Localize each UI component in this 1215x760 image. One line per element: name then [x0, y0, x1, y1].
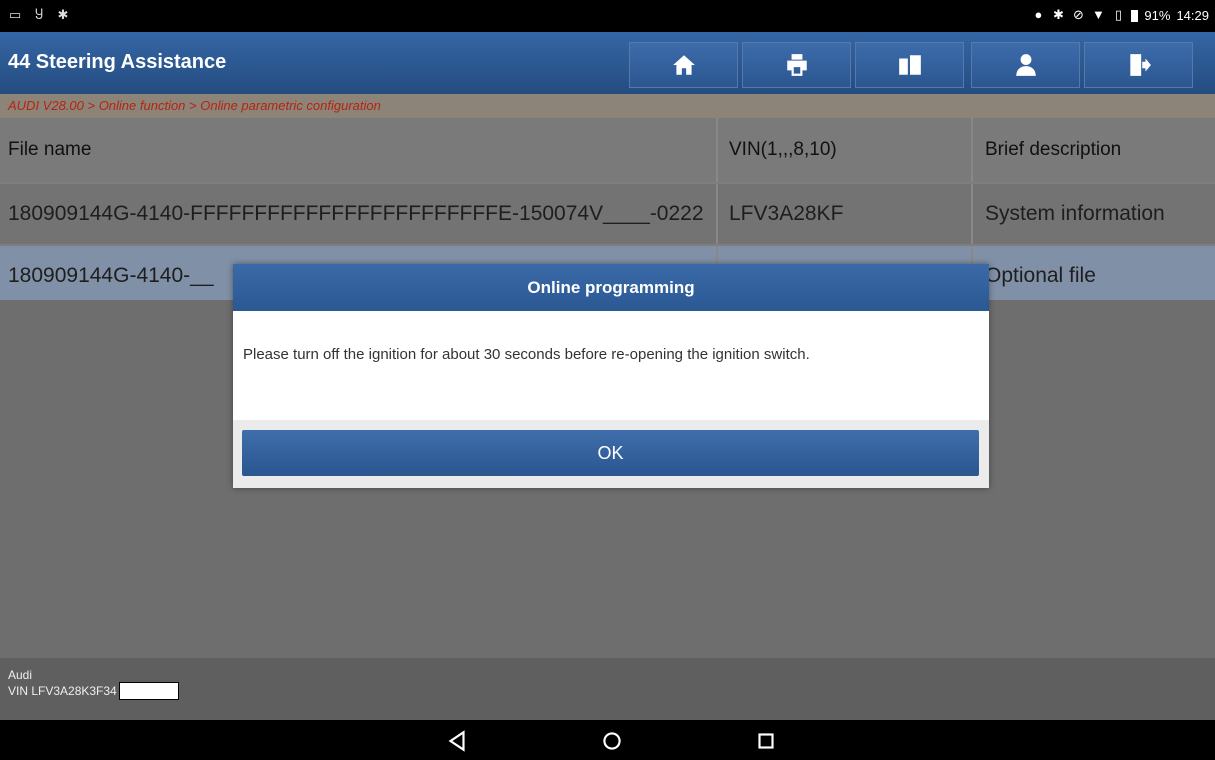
dialog-footer: OK [233, 420, 989, 488]
report-button[interactable] [855, 42, 964, 88]
home-circle-icon[interactable] [599, 728, 625, 754]
exit-icon [1129, 54, 1151, 76]
wifi-icon: ▼ [1091, 7, 1105, 22]
recents-icon[interactable] [753, 728, 779, 754]
app-header: 44 Steering Assistance [0, 32, 1215, 94]
vehicle-vin: VIN LFV3A28K3F34 [8, 684, 117, 698]
screenshot-icon: ▭ [8, 7, 22, 22]
vehicle-info-footer: Audi VIN LFV3A28K3F34 [0, 658, 1215, 720]
user-icon [1015, 54, 1036, 76]
usb-icon: Ⴘ [34, 7, 44, 22]
page-title: 44 Steering Assistance [8, 51, 227, 73]
table-header: File name VIN(1,,,8,10) Brief descriptio… [0, 118, 1215, 184]
report-icon [898, 55, 921, 75]
user-button[interactable] [971, 42, 1080, 88]
description-cell: System information [985, 202, 1165, 225]
print-icon [786, 54, 807, 76]
ok-button[interactable]: OK [242, 430, 979, 476]
column-header: VIN(1,,,8,10) [718, 118, 973, 182]
dialog-title: Online programming [233, 264, 989, 311]
file-name-cell: 180909144G-4140-FFFFFFFFFFFFFFFFFFFFFFFF… [0, 184, 718, 244]
android-nav-bar [0, 720, 1215, 760]
dnd-icon: ⊘ [1072, 7, 1084, 22]
bluetooth-icon: ✱ [1052, 7, 1064, 22]
online-programming-dialog: Online programming Please turn off the i… [233, 264, 989, 488]
status-bar: ▭ Ⴘ ✱ ● ✱ ⊘ ▼ ▯ 91% 14:29 [0, 0, 1215, 32]
vin-cell: LFV3A28KF [718, 184, 973, 244]
description-cell: Optional file [985, 264, 1096, 287]
exit-button[interactable] [1084, 42, 1193, 88]
battery-level: 91% [1144, 7, 1171, 23]
print-button[interactable] [742, 42, 851, 88]
column-header: File name [0, 118, 718, 182]
battery-icon [1131, 9, 1139, 22]
bluetooth-icon: ✱ [57, 7, 69, 22]
table-row[interactable]: 180909144G-4140-FFFFFFFFFFFFFFFFFFFFFFFF… [0, 184, 1215, 246]
breadcrumb: AUDI V28.00 > Online function > Online p… [0, 94, 1215, 118]
back-icon[interactable] [444, 728, 470, 754]
location-icon: ● [1034, 7, 1043, 22]
home-button[interactable] [629, 42, 738, 88]
vehicle-make: Audi [8, 668, 33, 682]
home-icon [672, 55, 695, 75]
sim-icon: ▯ [1114, 7, 1122, 22]
vin-redaction-box [118, 682, 179, 700]
dialog-message: Please turn off the ignition for about 3… [243, 346, 810, 363]
column-header: Brief description [985, 139, 1122, 160]
clock: 14:29 [1176, 7, 1209, 23]
